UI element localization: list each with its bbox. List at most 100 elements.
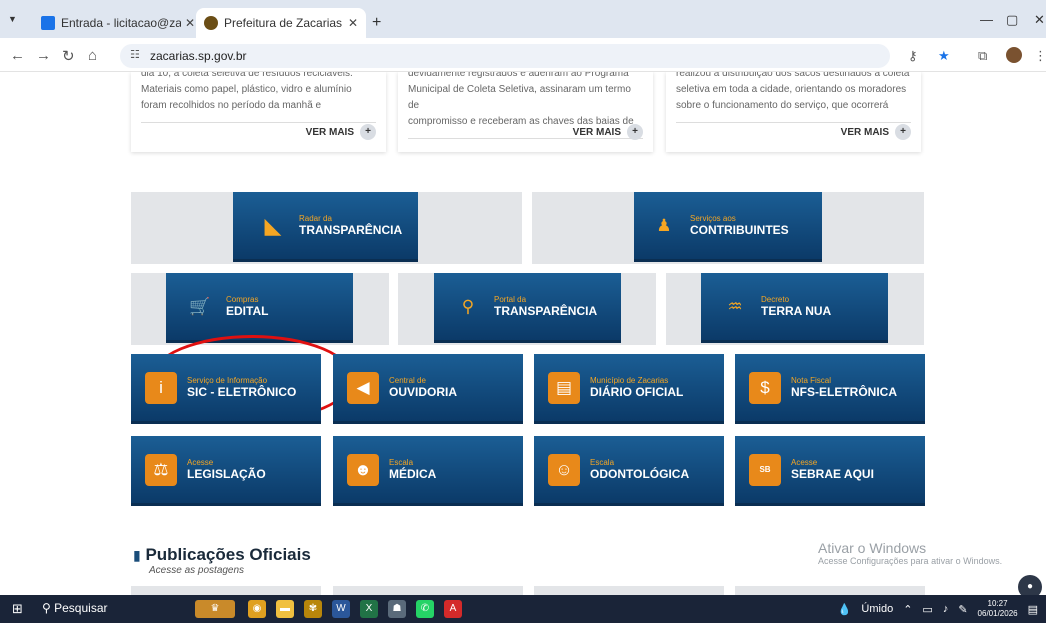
ouvidoria-button[interactable]: ◀ Central de OUVIDORIA <box>333 354 523 424</box>
scales-icon: ⚖ <box>145 453 177 486</box>
info-icon: i <box>145 371 177 404</box>
plus-icon: + <box>627 124 643 140</box>
url-text: zacarias.sp.gov.br <box>150 49 247 63</box>
ver-mais-label: VER MAIS <box>840 126 889 138</box>
tab-prefeitura[interactable]: Prefeitura de Zacarias - SP ✕ <box>196 8 366 38</box>
tab-title: Entrada - licitacao@zacarias.sp <box>61 16 181 30</box>
nfs-eletronica-button[interactable]: $ Nota Fiscal NFS-ELETRÔNICA <box>735 354 925 424</box>
menu-icon[interactable]: ⋮ <box>1034 48 1046 64</box>
home-icon[interactable]: ⌂ <box>88 47 97 64</box>
radar-transparencia-button[interactable]: ◣ Radar da TRANSPARÊNCIA <box>233 192 418 262</box>
publicacoes-section: ▮ Publicações Oficiais Acesse as postage… <box>133 545 311 576</box>
button-subtitle: Escala <box>590 458 615 467</box>
time: 10:27 <box>987 599 1008 608</box>
excel-icon[interactable]: X <box>360 600 378 618</box>
ver-mais-label: VER MAIS <box>305 126 354 138</box>
servicos-contribuintes-button[interactable]: ♟ Serviços aos CONTRIBUINTES <box>634 192 822 262</box>
weather-icon[interactable]: 💧 <box>838 603 852 616</box>
close-window-icon[interactable]: ✕ <box>1034 12 1045 28</box>
newspaper-icon: ▤ <box>548 371 580 404</box>
divider <box>141 122 376 123</box>
people-chart-icon: ♟ <box>656 215 672 235</box>
sic-eletronico-button[interactable]: i Serviço de Informação SIC - ELETRÔNICO <box>131 354 321 424</box>
file-explorer-icon[interactable]: ▬ <box>276 600 294 618</box>
ver-mais-button[interactable]: VER MAIS + <box>306 124 376 140</box>
sebrae-aqui-button[interactable]: SB Acesse SEBRAE AQUI <box>735 436 925 506</box>
ver-mais-button[interactable]: VER MAIS + <box>573 124 643 140</box>
pen-icon[interactable]: ✎ <box>958 603 967 616</box>
doctor-icon: ☻ <box>347 453 379 486</box>
clock[interactable]: 10:27 06/01/2026 <box>978 599 1018 619</box>
documents-icon: ▮ <box>133 547 141 563</box>
land-icon: ♒ <box>727 296 743 316</box>
extensions-icon[interactable]: ⧉ <box>978 48 987 64</box>
button-title: CONTRIBUINTES <box>690 223 789 237</box>
app-icon[interactable]: ✾ <box>304 600 322 618</box>
site-info-icon[interactable]: ☷ <box>130 48 140 61</box>
publication-card[interactable] <box>131 586 321 595</box>
notifications-icon[interactable]: ▤ <box>1028 603 1038 616</box>
button-title: EDITAL <box>226 304 269 318</box>
escala-medica-button[interactable]: ☻ Escala MÉDICA <box>333 436 523 506</box>
acrobat-icon[interactable]: A <box>444 600 462 618</box>
tab-email[interactable]: Entrada - licitacao@zacarias.sp ✕ <box>33 8 203 38</box>
city-favicon-icon <box>204 16 218 30</box>
word-icon[interactable]: W <box>332 600 350 618</box>
button-title: DIÁRIO OFICIAL <box>590 385 684 399</box>
minimize-icon[interactable]: — <box>980 12 993 27</box>
back-icon[interactable]: ← <box>10 47 25 64</box>
megaphone-icon: ◀ <box>347 371 379 404</box>
diario-oficial-button[interactable]: ▤ Município de Zacarias DIÁRIO OFICIAL <box>534 354 724 424</box>
legislacao-button[interactable]: ⚖ Acesse LEGISLAÇÃO <box>131 436 321 506</box>
button-subtitle: Decreto <box>761 295 790 304</box>
button-subtitle: Acesse <box>187 458 214 467</box>
close-tab-icon[interactable]: ✕ <box>348 16 358 30</box>
publication-card[interactable] <box>333 586 523 595</box>
avatar[interactable] <box>1006 47 1022 63</box>
terra-nua-button[interactable]: ♒ Decreto TERRA NUA <box>701 273 888 343</box>
reload-icon[interactable]: ↻ <box>62 47 75 65</box>
card-text: Materiais como papel, plástico, vidro e … <box>141 84 352 95</box>
button-subtitle: Escala <box>389 458 414 467</box>
taskbar-widget-icon[interactable]: ♛ <box>195 600 235 618</box>
section-subtitle: Acesse as postagens <box>149 565 245 576</box>
maximize-icon[interactable]: ▢ <box>1006 12 1018 28</box>
app-icon[interactable]: ☗ <box>388 600 406 618</box>
card-text: realizou a distribuição dos sacos destin… <box>676 72 910 79</box>
card-text: sobre o funcionamento do serviço, que oc… <box>676 100 889 111</box>
plus-icon: + <box>360 124 376 140</box>
button-title: LEGISLAÇÃO <box>187 467 266 481</box>
news-card: devidamente registrados e aderiram ao Pr… <box>398 72 653 152</box>
portal-transparencia-button[interactable]: ⚲ Portal da TRANSPARÊNCIA <box>434 273 621 343</box>
tab-search-icon[interactable]: ▼ <box>8 14 17 24</box>
new-tab-icon[interactable]: + <box>372 14 381 32</box>
chrome-icon[interactable]: ◉ <box>248 600 266 618</box>
card-text: devidamente registrados e aderiram ao Pr… <box>408 72 629 79</box>
close-tab-icon[interactable]: ✕ <box>185 16 195 30</box>
url-input[interactable]: ☷ zacarias.sp.gov.br <box>120 44 890 68</box>
network-icon[interactable]: ▭ <box>922 603 932 616</box>
forward-icon[interactable]: → <box>36 47 51 64</box>
button-subtitle: Compras <box>226 295 259 304</box>
tray-chevron-icon[interactable]: ⌃ <box>903 603 912 616</box>
address-bar: ← → ↻ ⌂ ☷ zacarias.sp.gov.br ⚷ ★ ⧉ ⋮ <box>0 38 1046 72</box>
compras-edital-button[interactable]: 🛒 Compras EDITAL <box>166 273 353 343</box>
publication-card[interactable] <box>735 586 925 595</box>
ver-mais-button[interactable]: VER MAIS + <box>841 124 911 140</box>
weather-text[interactable]: Úmido <box>861 603 893 615</box>
publication-card[interactable] <box>534 586 724 595</box>
escala-odontologica-button[interactable]: ☺ Escala ODONTOLÓGICA <box>534 436 724 506</box>
tab-title: Prefeitura de Zacarias - SP <box>224 16 344 30</box>
invoice-icon: $ <box>749 371 781 404</box>
rss-icon: ◣ <box>264 212 282 238</box>
whatsapp-icon[interactable]: ✆ <box>416 600 434 618</box>
taskbar-search[interactable]: ⚲ Pesquisar <box>42 601 108 615</box>
volume-icon[interactable]: ♪ <box>943 603 949 615</box>
card-text: seletiva em toda a cidade, orientando os… <box>676 84 907 95</box>
password-key-icon[interactable]: ⚷ <box>908 48 918 64</box>
bookmark-star-icon[interactable]: ★ <box>938 48 950 64</box>
cart-icon: 🛒 <box>189 296 211 316</box>
plus-icon: + <box>895 124 911 140</box>
watermark-title: Ativar o Windows <box>818 540 927 556</box>
windows-start-icon[interactable]: ⊞ <box>12 601 23 617</box>
